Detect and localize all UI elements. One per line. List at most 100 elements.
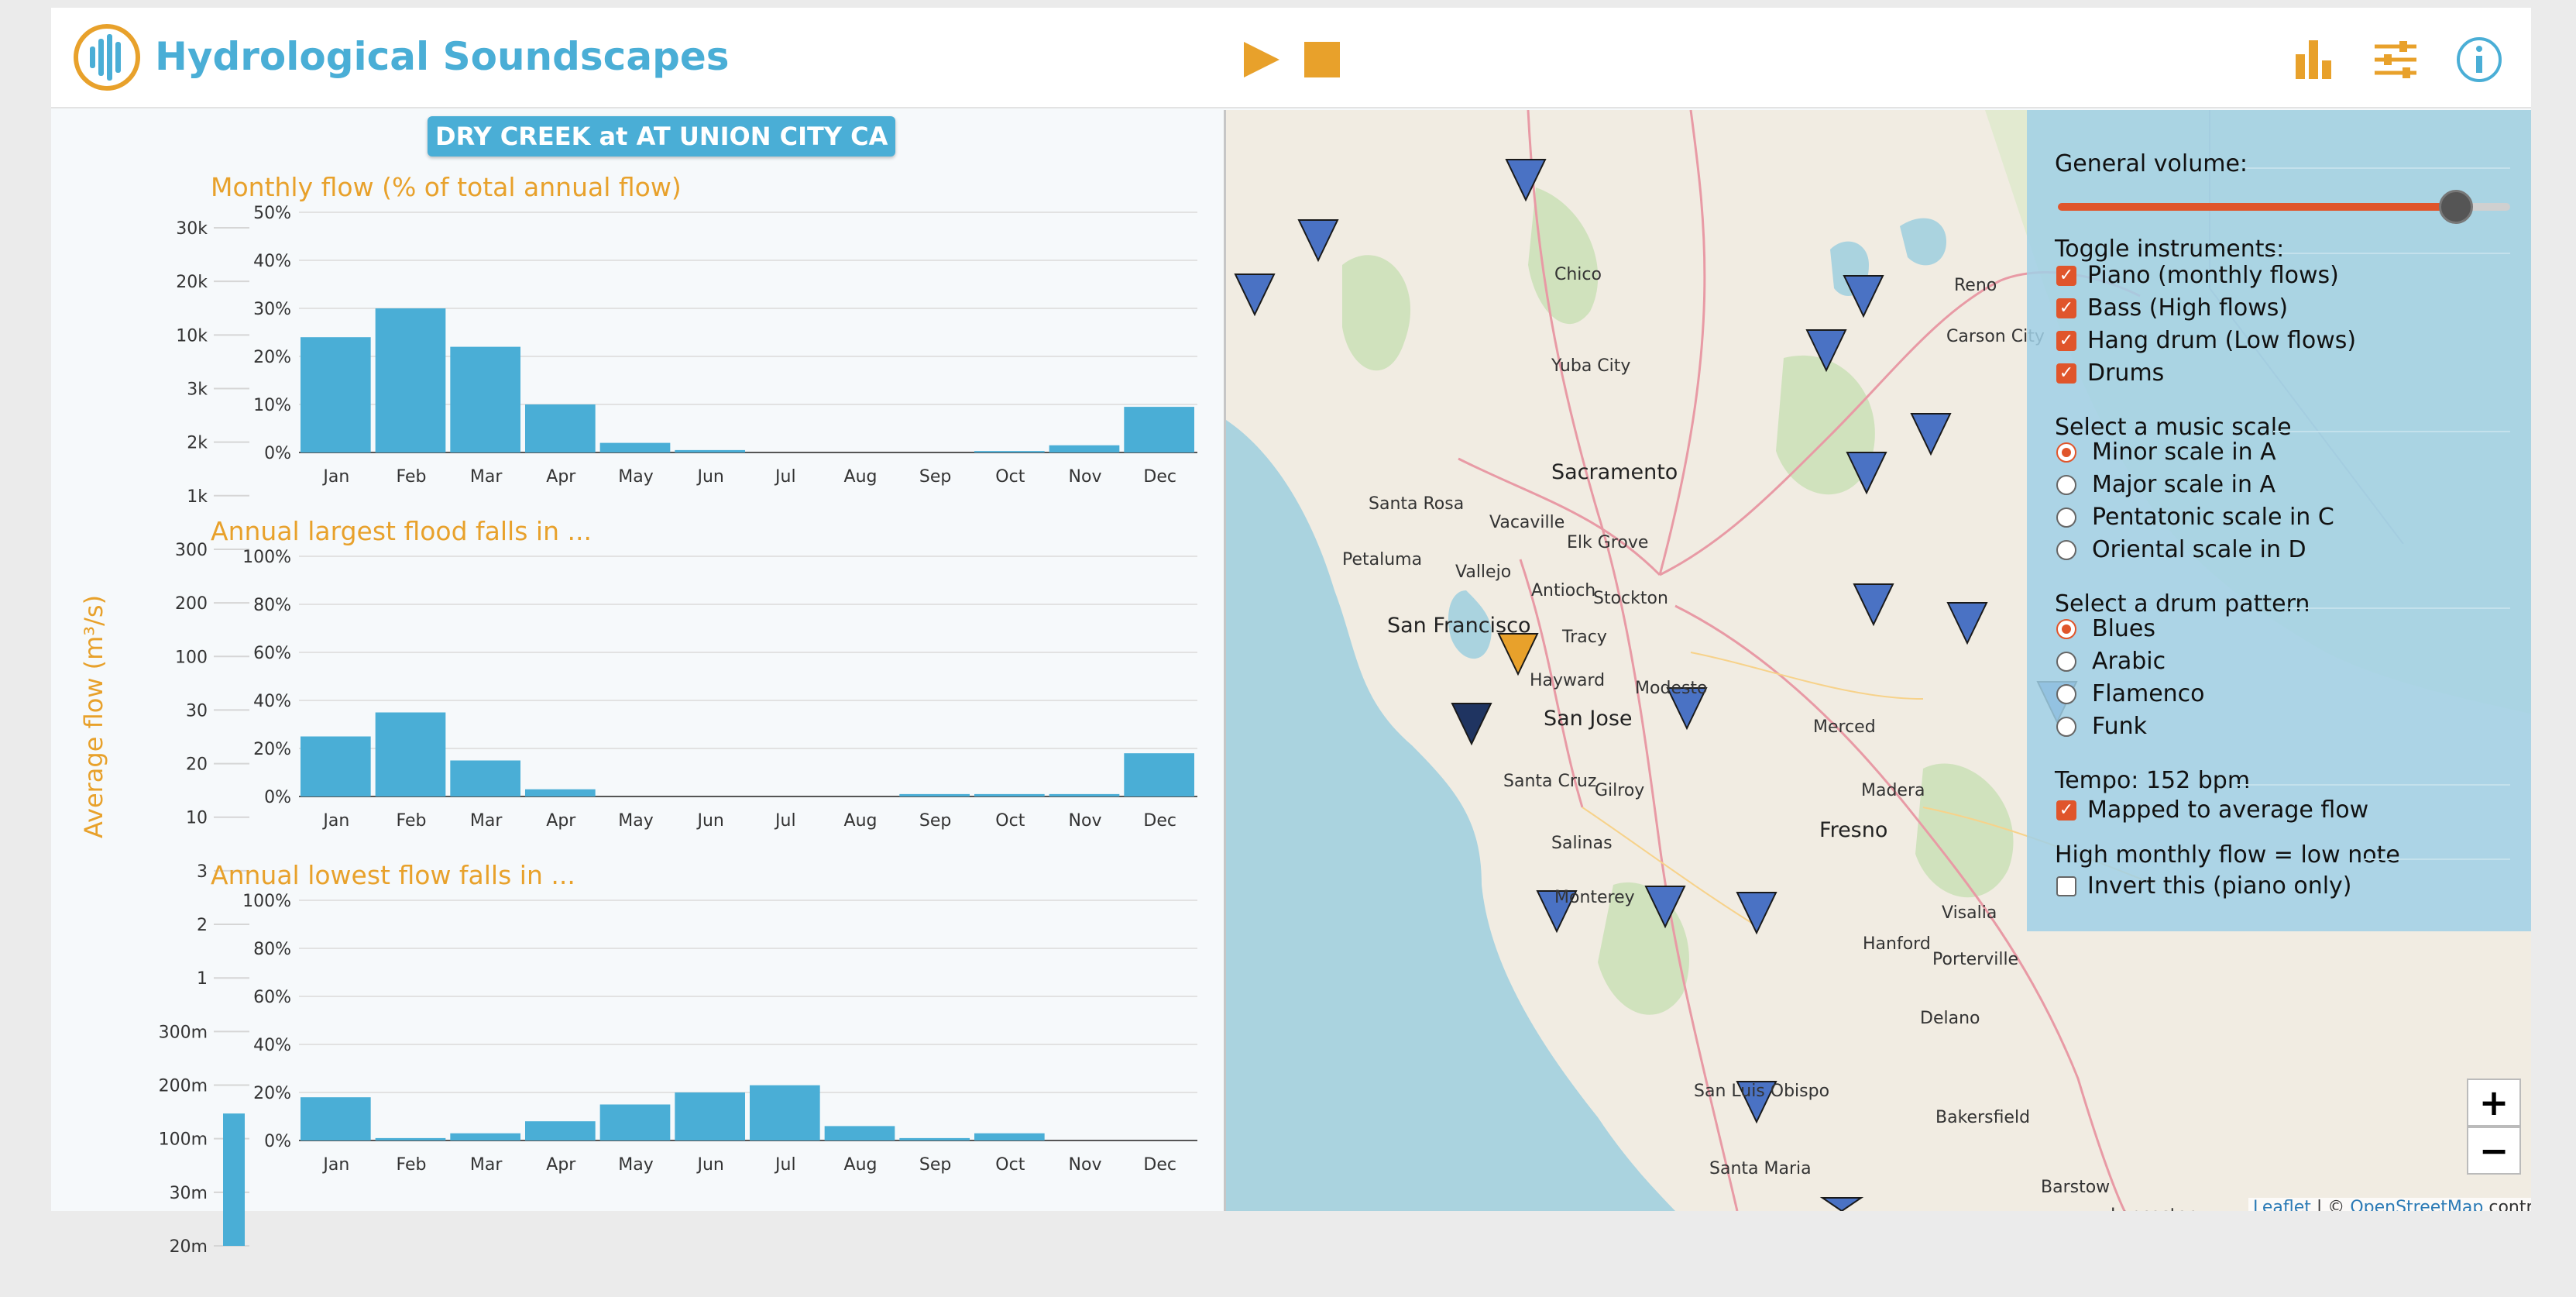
drum-pattern-radio[interactable] bbox=[2056, 651, 2076, 672]
map-place-label: Vallejo bbox=[1455, 562, 1512, 582]
gauge-marker-selected[interactable] bbox=[1497, 633, 1539, 676]
drum-pattern-radio[interactable] bbox=[2056, 618, 2076, 639]
x-tick-label: Feb bbox=[397, 1155, 427, 1175]
instrument-checkbox[interactable]: ✓ bbox=[2056, 330, 2076, 351]
chart-title-largest-flood: Annual largest flood falls in ... bbox=[211, 516, 592, 546]
stop-icon[interactable] bbox=[1304, 42, 1340, 77]
attribution-separator: | © bbox=[2310, 1198, 2351, 1211]
gauge-marker[interactable] bbox=[1843, 275, 1884, 318]
y-tick-label: 20% bbox=[253, 1084, 291, 1103]
y-tick-label: 40% bbox=[253, 252, 291, 271]
x-tick-label: May bbox=[618, 1155, 653, 1175]
tempo-mapped-option[interactable]: ✓ Mapped to average flow bbox=[2056, 796, 2368, 824]
scale-radio[interactable] bbox=[2056, 539, 2076, 560]
tempo-mapped-checkbox[interactable]: ✓ bbox=[2056, 800, 2076, 821]
gauge-marker[interactable] bbox=[1910, 413, 1952, 456]
chart-bar bbox=[824, 1126, 895, 1140]
x-tick-label: Jul bbox=[774, 811, 796, 831]
drum-pattern-option[interactable]: Funk bbox=[2056, 713, 2147, 740]
x-tick-label: Nov bbox=[1069, 1155, 1102, 1175]
bar-chart-icon[interactable] bbox=[2289, 36, 2337, 84]
chart-bar bbox=[450, 760, 520, 796]
y-tick-label: 0% bbox=[264, 444, 291, 463]
drum-pattern-option-label: Funk bbox=[2092, 713, 2148, 740]
leaflet-link[interactable]: Leaflet bbox=[2253, 1198, 2311, 1211]
x-tick-label: Jul bbox=[774, 1155, 796, 1175]
top-bar: Hydrological Soundscapes bbox=[51, 8, 2531, 108]
map-place-label: Reno bbox=[1954, 276, 1997, 295]
scale-radio[interactable] bbox=[2056, 507, 2076, 528]
map-place-label: Madera bbox=[1861, 781, 1925, 800]
instrument-option[interactable]: ✓ Hang drum (Low flows) bbox=[2056, 327, 2356, 354]
drum-pattern-option[interactable]: Flamenco bbox=[2056, 680, 2205, 707]
volume-slider[interactable] bbox=[2058, 190, 2510, 224]
scale-option[interactable]: Minor scale in A bbox=[2056, 439, 2276, 466]
scale-option[interactable]: Oriental scale in D bbox=[2056, 536, 2306, 563]
info-icon[interactable] bbox=[2455, 36, 2503, 84]
scale-option[interactable]: Major scale in A bbox=[2056, 471, 2275, 498]
drum-pattern-option[interactable]: Blues bbox=[2056, 615, 2155, 642]
chart-bar bbox=[1124, 753, 1194, 796]
attribution-tail: contributors bbox=[2488, 1198, 2531, 1211]
chart-bar bbox=[375, 308, 446, 452]
chart-title-monthly: Monthly flow (% of total annual flow) bbox=[211, 172, 682, 202]
divider bbox=[2269, 253, 2510, 254]
map-place-label: Santa Maria bbox=[1709, 1159, 1812, 1178]
gauge-marker[interactable] bbox=[1853, 583, 1894, 627]
scale-label: Select a music scale bbox=[2055, 414, 2292, 441]
y-tick-label: 80% bbox=[253, 596, 291, 615]
scale-radio[interactable] bbox=[2056, 442, 2076, 463]
play-icon[interactable] bbox=[1241, 39, 1283, 81]
gauge-marker[interactable] bbox=[1234, 274, 1276, 317]
map-place-label: Yuba City bbox=[1551, 356, 1631, 376]
y-tick-label: 80% bbox=[253, 940, 291, 959]
scale-option[interactable]: Pentatonic scale in C bbox=[2056, 504, 2334, 531]
instrument-checkbox[interactable]: ✓ bbox=[2056, 363, 2076, 384]
volume-slider-thumb[interactable] bbox=[2438, 190, 2473, 224]
x-tick-label: Apr bbox=[546, 467, 576, 487]
chart-bar bbox=[974, 451, 1045, 452]
chart-bar bbox=[301, 337, 371, 452]
x-tick-label: Jun bbox=[696, 1155, 723, 1175]
divider bbox=[2238, 784, 2510, 786]
osm-link[interactable]: OpenStreetMap bbox=[2350, 1198, 2483, 1211]
instrument-option[interactable]: ✓ Piano (monthly flows) bbox=[2056, 262, 2339, 289]
gauge-marker[interactable] bbox=[1297, 219, 1339, 263]
chart-bar bbox=[1049, 793, 1120, 796]
instrument-checkbox[interactable]: ✓ bbox=[2056, 265, 2076, 286]
instrument-option[interactable]: ✓ Drums bbox=[2056, 360, 2164, 387]
gauge-marker[interactable] bbox=[1946, 602, 1988, 645]
scale-radio[interactable] bbox=[2056, 474, 2076, 495]
chart-bar bbox=[899, 1137, 970, 1140]
instrument-option-label: Hang drum (Low flows) bbox=[2087, 327, 2357, 354]
drum-pattern-option-label: Flamenco bbox=[2092, 680, 2205, 707]
drum-pattern-option[interactable]: Arabic bbox=[2056, 648, 2166, 675]
drum-pattern-option-label: Blues bbox=[2092, 615, 2156, 642]
chart-bar bbox=[525, 404, 596, 452]
instrument-option[interactable]: ✓ Bass (High flows) bbox=[2056, 294, 2288, 322]
invert-option[interactable]: Invert this (piano only) bbox=[2056, 872, 2352, 900]
map-place-label: Tracy bbox=[1562, 628, 1607, 647]
sliders-icon[interactable] bbox=[2372, 36, 2420, 84]
gauge-marker[interactable] bbox=[1736, 892, 1777, 935]
instrument-checkbox[interactable]: ✓ bbox=[2056, 298, 2076, 318]
x-tick-label: Dec bbox=[1143, 811, 1176, 831]
station-charts-panel: DRY CREEK at AT UNION CITY CA Average fl… bbox=[51, 110, 1224, 1257]
map-place-label: Gilroy bbox=[1595, 781, 1645, 800]
map-place-label: Salinas bbox=[1551, 834, 1613, 853]
chart-bar bbox=[375, 712, 446, 796]
volume-label: General volume: bbox=[2055, 150, 2248, 177]
y-tick-label: 20% bbox=[253, 348, 291, 367]
gauge-marker[interactable] bbox=[1819, 1197, 1864, 1211]
zoom-out-button[interactable]: − bbox=[2467, 1127, 2521, 1175]
drum-pattern-radio[interactable] bbox=[2056, 716, 2076, 737]
divider bbox=[2273, 431, 2510, 432]
gauge-marker-hovered[interactable] bbox=[1451, 703, 1492, 746]
map-view[interactable]: Chico Yuba City Reno Carson City Sacramento S… bbox=[1224, 110, 2531, 1211]
drum-pattern-radio[interactable] bbox=[2056, 683, 2076, 704]
zoom-in-button[interactable]: + bbox=[2467, 1079, 2521, 1127]
invert-checkbox[interactable] bbox=[2056, 876, 2076, 896]
map-place-label: San Luis Obispo bbox=[1694, 1082, 1830, 1101]
map-place-label: Porterville bbox=[1932, 950, 2019, 969]
volume-slider-fill bbox=[2058, 203, 2456, 211]
